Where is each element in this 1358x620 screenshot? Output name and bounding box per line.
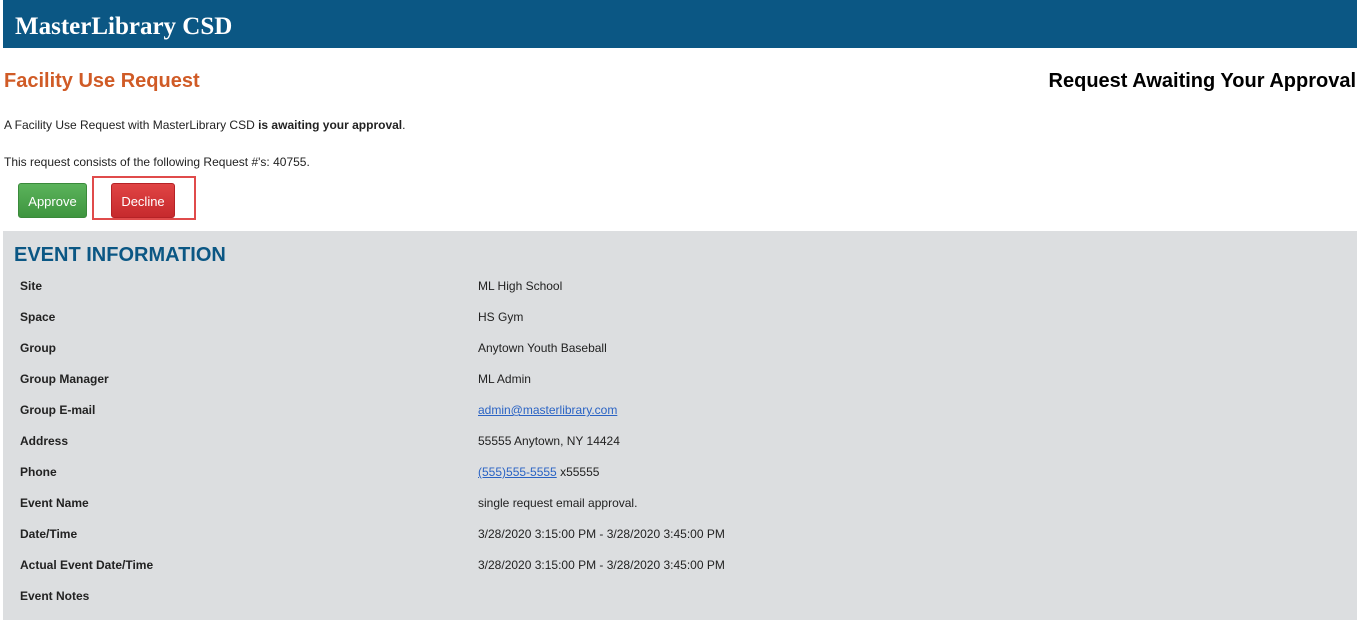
row-label: Site bbox=[20, 279, 43, 293]
row-value: single request email approval. bbox=[478, 496, 638, 510]
row-value: 3/28/2020 3:15:00 PM - 3/28/2020 3:45:00… bbox=[478, 558, 725, 572]
event-row-site: Site ML High School bbox=[3, 276, 1357, 296]
phone-link[interactable]: (555)555-5555 bbox=[478, 465, 557, 479]
event-row-phone: Phone (555)555-5555 x55555 bbox=[3, 462, 1357, 482]
row-value: 55555 Anytown, NY 14424 bbox=[478, 434, 620, 448]
row-value: Anytown Youth Baseball bbox=[478, 341, 607, 355]
group-email-link[interactable]: admin@masterlibrary.com bbox=[478, 403, 617, 417]
event-row-date-time: Date/Time 3/28/2020 3:15:00 PM - 3/28/20… bbox=[3, 524, 1357, 544]
row-value: HS Gym bbox=[478, 310, 524, 324]
row-label: Space bbox=[20, 310, 56, 324]
event-row-group: Group Anytown Youth Baseball bbox=[3, 338, 1357, 358]
row-value: 3/28/2020 3:15:00 PM - 3/28/2020 3:45:00… bbox=[478, 527, 725, 541]
event-information-panel: EVENT INFORMATION Site ML High School Sp… bbox=[3, 231, 1357, 620]
event-row-event-name: Event Name single request email approval… bbox=[3, 493, 1357, 513]
intro-bold: is awaiting your approval bbox=[258, 118, 403, 132]
approve-button[interactable]: Approve bbox=[18, 183, 87, 218]
intro-suffix: . bbox=[402, 118, 406, 132]
event-row-address: Address 55555 Anytown, NY 14424 bbox=[3, 431, 1357, 451]
decline-button[interactable]: Decline bbox=[111, 183, 175, 218]
event-information-heading: EVENT INFORMATION bbox=[14, 244, 226, 266]
phone-extension: x55555 bbox=[556, 465, 600, 479]
row-value: ML Admin bbox=[478, 372, 531, 386]
event-row-group-manager: Group Manager ML Admin bbox=[3, 369, 1357, 389]
row-label: Address bbox=[20, 434, 69, 448]
intro-text: A Facility Use Request with MasterLibrar… bbox=[4, 117, 405, 133]
row-label: Event Name bbox=[20, 496, 89, 510]
brand-title: MasterLibrary CSD bbox=[15, 13, 233, 40]
row-value-container: admin@masterlibrary.com bbox=[478, 400, 617, 420]
intro-prefix: A Facility Use Request with MasterLibrar… bbox=[4, 118, 259, 132]
row-label: Group Manager bbox=[20, 372, 109, 386]
event-row-group-email: Group E-mail admin@masterlibrary.com bbox=[3, 400, 1357, 420]
row-label: Date/Time bbox=[20, 527, 78, 541]
row-label: Group bbox=[20, 341, 56, 355]
row-label: Event Notes bbox=[20, 589, 90, 603]
event-row-actual-date-time: Actual Event Date/Time 3/28/2020 3:15:00… bbox=[3, 555, 1357, 575]
row-value-container: (555)555-5555 x55555 bbox=[478, 462, 599, 482]
row-label: Group E-mail bbox=[20, 403, 96, 417]
request-number-text: This request consists of the following R… bbox=[4, 155, 310, 169]
event-row-event-notes: Event Notes bbox=[3, 586, 1357, 606]
row-label: Actual Event Date/Time bbox=[20, 558, 154, 572]
event-row-space: Space HS Gym bbox=[3, 307, 1357, 327]
header-bar: MasterLibrary CSD bbox=[3, 0, 1357, 48]
page-title: Facility Use Request bbox=[4, 70, 200, 92]
row-value: ML High School bbox=[478, 279, 563, 293]
row-label: Phone bbox=[20, 465, 57, 479]
status-title: Request Awaiting Your Approval bbox=[1048, 70, 1356, 92]
